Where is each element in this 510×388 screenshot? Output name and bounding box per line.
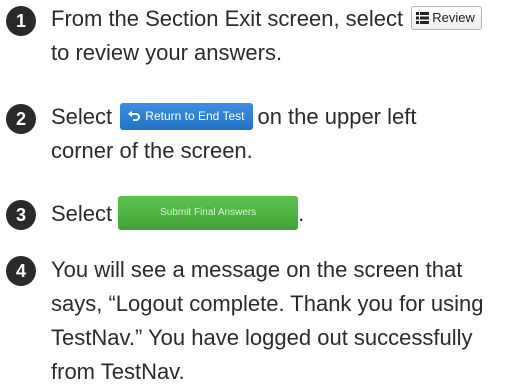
review-button[interactable]: Review	[411, 6, 482, 31]
undo-arrow-icon	[128, 110, 141, 122]
step-2-text-after: on the upper left	[257, 104, 417, 129]
step-3-line-1: Select Submit Final Answers.	[51, 196, 506, 231]
step-2-text-before: Select	[51, 104, 113, 129]
step-3-text-after: .	[298, 201, 305, 226]
step-number-badge: 4	[6, 256, 36, 286]
return-to-end-test-label: Return to End Test	[145, 108, 245, 123]
step-4-line-1: You will see a message on the screen tha…	[51, 257, 463, 282]
step-number-badge: 1	[6, 6, 36, 36]
step-1-line-1: From the Section Exit screen, select Rev…	[51, 2, 506, 36]
list-icon	[416, 11, 430, 24]
step-1-line-2: to review your answers.	[51, 40, 283, 65]
submit-final-answers-label: Submit Final Answers	[160, 207, 257, 219]
step-1-text-before: From the Section Exit screen, select	[51, 6, 404, 31]
step-2-text: Select Return to End Test on the upper le…	[51, 100, 506, 168]
step-4-line-4: from TestNav.	[51, 359, 185, 384]
step-4-line-2: says, “Logout complete. Thank you for us…	[51, 291, 484, 316]
step-2-line-2: corner of the screen.	[51, 138, 253, 163]
step-4-line-3: TestNav.” You have logged out successful…	[51, 325, 473, 350]
review-button-label: Review	[432, 10, 475, 26]
step-number-badge: 3	[6, 200, 36, 230]
step-3-text-before: Select	[51, 201, 113, 226]
submit-final-answers-button[interactable]: Submit Final Answers	[118, 196, 299, 231]
step-1-text: From the Section Exit screen, select Rev…	[51, 2, 506, 70]
return-to-end-test-button[interactable]: Return to End Test	[120, 102, 254, 130]
step-2-line-1: Select Return to End Test on the upper le…	[51, 100, 506, 134]
step-3-text: Select Submit Final Answers.	[51, 196, 506, 231]
step-number-badge: 2	[6, 104, 36, 134]
step-4-text: You will see a message on the screen tha…	[51, 253, 506, 388]
